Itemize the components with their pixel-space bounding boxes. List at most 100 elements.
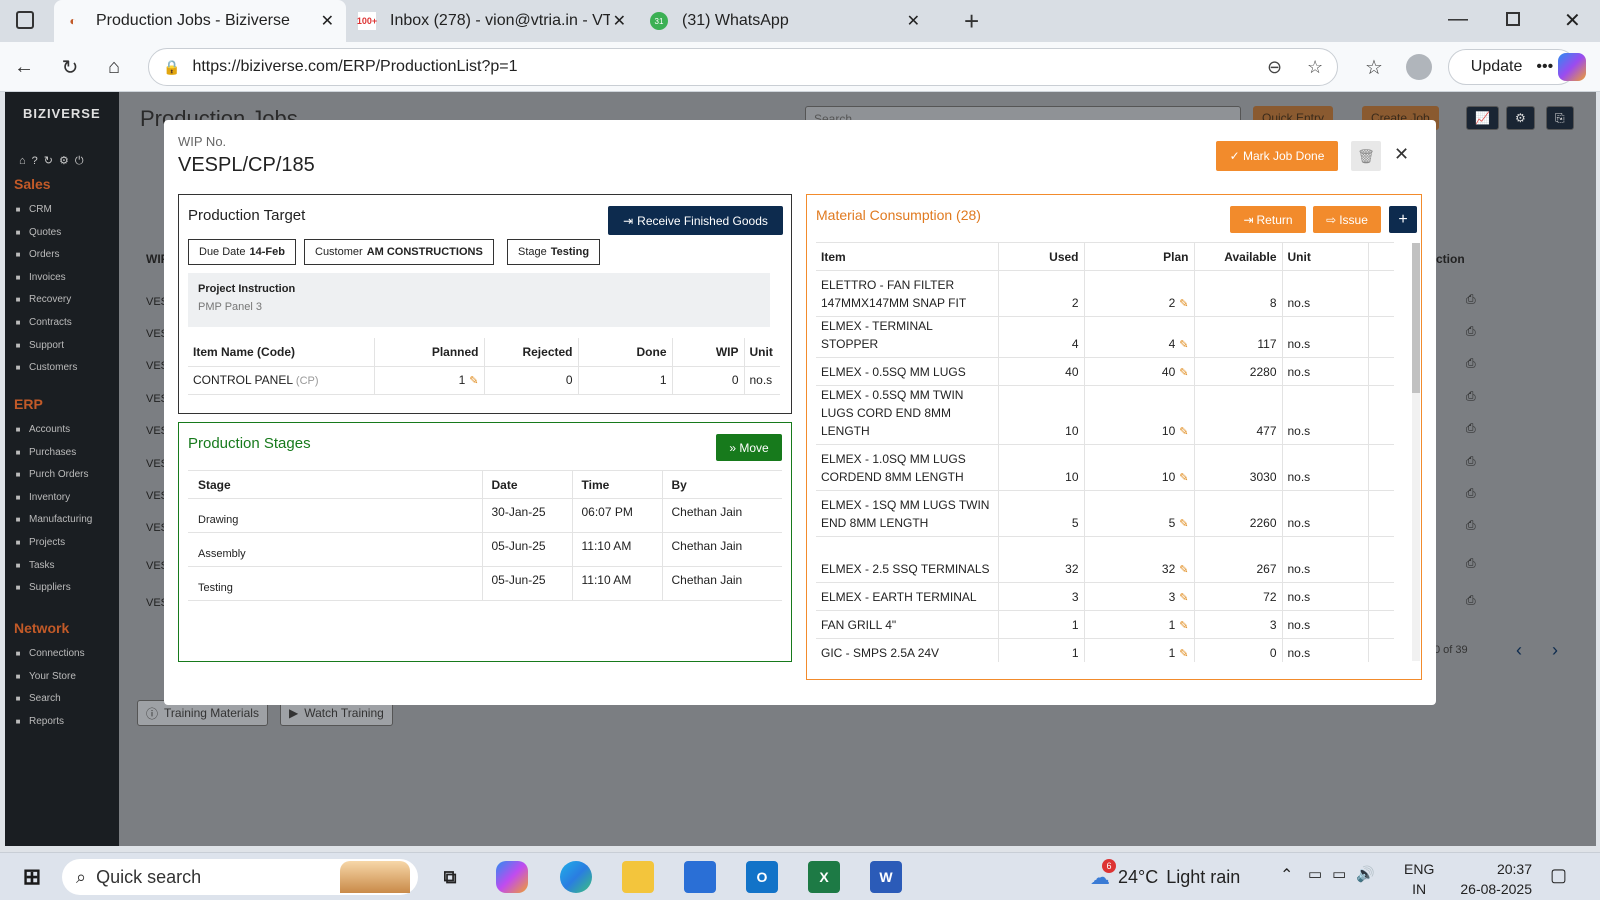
used-cell: 32 bbox=[998, 536, 1085, 583]
notification-icon[interactable]: ▢ bbox=[1550, 865, 1567, 886]
sidebar-item-label: Inventory bbox=[29, 491, 71, 503]
clock[interactable]: 20:37 26-08-2025 bbox=[1456, 859, 1532, 899]
more-icon[interactable]: ••• bbox=[1536, 58, 1553, 76]
new-tab-icon[interactable]: + bbox=[964, 6, 979, 37]
excel-icon[interactable]: X bbox=[808, 861, 840, 893]
sidebar-item-label: Tasks bbox=[29, 559, 55, 571]
sidebar-item-recovery[interactable]: ■ Recovery bbox=[13, 294, 72, 305]
sidebar-item-crm[interactable]: ■ CRM bbox=[13, 204, 52, 215]
receive-finished-goods-button[interactable]: ⇥ Receive Finished Goods bbox=[608, 206, 783, 235]
sidebar-shortcut-icons[interactable]: ⌂?↻⚙⏻ bbox=[19, 154, 90, 168]
sidebar-item-support[interactable]: ■ Support bbox=[13, 340, 64, 351]
return-button[interactable]: ⇥ Return bbox=[1230, 206, 1306, 233]
edit-pencil-icon[interactable]: ✎ bbox=[469, 375, 478, 387]
material-scrollbar[interactable] bbox=[1412, 243, 1420, 661]
material-table-viewport[interactable]: Item Used Plan Available Unit ELETTRO - … bbox=[816, 242, 1394, 662]
windows-start-icon[interactable]: ⊞ bbox=[16, 861, 48, 893]
issue-button[interactable]: ⇨ Issue bbox=[1313, 206, 1381, 233]
sidebar-item-invoices[interactable]: ■ Invoices bbox=[13, 272, 66, 283]
sidebar-item-quotes[interactable]: ■ Quotes bbox=[13, 227, 62, 238]
sidebar-item-purchases[interactable]: ■ Purchases bbox=[13, 447, 77, 458]
close-icon[interactable]: ✕ bbox=[1394, 144, 1409, 165]
edit-pencil-icon[interactable]: ✎ bbox=[1179, 592, 1188, 604]
sidebar-item-reports[interactable]: ■ Reports bbox=[13, 716, 64, 727]
tab-whatsapp[interactable]: 31 (31) WhatsApp ✕ bbox=[640, 0, 932, 42]
edit-pencil-icon[interactable]: ✎ bbox=[1179, 298, 1188, 310]
tab-inbox[interactable]: 100+ Inbox (278) - vion@vtria.in - VTRIA… bbox=[348, 0, 638, 42]
copilot-icon[interactable] bbox=[1558, 53, 1586, 81]
edit-pencil-icon[interactable]: ✎ bbox=[1179, 620, 1188, 632]
date-cell: 30-Jan-25 bbox=[482, 498, 573, 533]
blank-cell bbox=[1368, 610, 1394, 639]
refresh-icon[interactable]: ↻ bbox=[56, 53, 84, 81]
word-icon[interactable]: W bbox=[870, 861, 902, 893]
task-view-icon[interactable]: ⧉ bbox=[434, 861, 466, 893]
edit-pencil-icon[interactable]: ✎ bbox=[1179, 518, 1188, 530]
sidebar-item-icon: ■ bbox=[15, 250, 21, 260]
back-icon[interactable]: ← bbox=[10, 53, 38, 81]
sidebar-item-projects[interactable]: ■ Projects bbox=[13, 537, 66, 548]
profile-avatar-icon[interactable] bbox=[1406, 54, 1432, 80]
sidebar-item-inventory[interactable]: ■ Inventory bbox=[13, 491, 71, 503]
move-button[interactable]: » Move bbox=[716, 434, 782, 461]
plan-value: 2 bbox=[1168, 296, 1176, 310]
material-item-cell: FAN GRILL 4" bbox=[816, 610, 999, 639]
sidebar-item-your-store[interactable]: ■ Your Store bbox=[13, 671, 76, 682]
edit-pencil-icon[interactable]: ✎ bbox=[1179, 648, 1188, 660]
zoom-icon[interactable]: ⊖ bbox=[1267, 57, 1282, 78]
url-bar[interactable]: 🔒 https://biziverse.com/ERP/ProductionLi… bbox=[148, 48, 1338, 86]
weather-widget[interactable]: ☁ 6 24°C Light rain bbox=[1090, 859, 1240, 890]
close-icon[interactable]: ✕ bbox=[321, 11, 334, 31]
material-item-cell: ELMEX - 0.5SQ MM LUGS bbox=[816, 357, 999, 386]
quick-search-input[interactable]: ⌕ Quick search bbox=[62, 859, 418, 895]
sidebar-item-search[interactable]: ■ Search bbox=[13, 693, 61, 704]
sidebar-section-sales: Sales bbox=[14, 176, 51, 192]
table-row: ELETTRO - FAN FILTER 147MMX147MM SNAP FI… bbox=[816, 270, 1394, 317]
sidebar-item-contracts[interactable]: ■ Contracts bbox=[13, 317, 72, 328]
unit-cell: no.s bbox=[1282, 270, 1369, 317]
sidebar: BIZIVERSE ⌂?↻⚙⏻ Sales ■ CRM ■ Quotes ■ Orders ■… bbox=[5, 92, 119, 846]
table-row: Assembly 05-Jun-25 11:10 AM Chethan Jain bbox=[188, 532, 782, 567]
edit-pencil-icon[interactable]: ✎ bbox=[1179, 472, 1188, 484]
outlook-icon[interactable]: O bbox=[746, 861, 778, 893]
edit-pencil-icon[interactable]: ✎ bbox=[1179, 367, 1188, 379]
tab-actions-icon[interactable] bbox=[16, 11, 34, 29]
sidebar-item-icon: ■ bbox=[15, 649, 21, 658]
edit-pencil-icon[interactable]: ✎ bbox=[1179, 339, 1188, 351]
edit-pencil-icon[interactable]: ✎ bbox=[1179, 426, 1188, 438]
sidebar-item-accounts[interactable]: ■ Accounts bbox=[13, 424, 71, 435]
tray-icons[interactable]: ▭▭🔊 bbox=[1308, 865, 1385, 883]
copilot-app-icon[interactable] bbox=[496, 861, 528, 893]
file-explorer-icon[interactable] bbox=[622, 861, 654, 893]
plan-value: 4 bbox=[1168, 337, 1176, 351]
delete-icon[interactable]: 🗑 bbox=[1351, 141, 1381, 171]
home-icon[interactable]: ⌂ bbox=[100, 53, 128, 81]
sidebar-item-label: Accounts bbox=[29, 424, 71, 435]
favorites-icon[interactable]: ☆ bbox=[1360, 53, 1388, 81]
sidebar-item-purch-orders[interactable]: ■ Purch Orders bbox=[13, 469, 89, 480]
sidebar-item-tasks[interactable]: ■ Tasks bbox=[13, 560, 55, 571]
close-icon[interactable]: ✕ bbox=[613, 11, 626, 31]
edge-icon[interactable] bbox=[560, 861, 592, 893]
restore-icon[interactable] bbox=[1506, 12, 1520, 26]
edit-pencil-icon[interactable]: ✎ bbox=[1179, 564, 1188, 576]
store-icon[interactable] bbox=[684, 861, 716, 893]
tab-production-jobs[interactable]: ◐ Production Jobs - Biziverse ✕ bbox=[54, 0, 346, 42]
close-window-icon[interactable]: ✕ bbox=[1564, 8, 1581, 33]
update-button[interactable]: Update ••• bbox=[1448, 49, 1576, 85]
col-blank bbox=[1368, 242, 1394, 271]
sidebar-item-manufacturing[interactable]: ■ Manufacturing bbox=[13, 514, 93, 525]
minimize-icon[interactable]: — bbox=[1448, 8, 1468, 31]
sidebar-item-customers[interactable]: ■ Customers bbox=[13, 362, 78, 373]
favorite-star-icon[interactable]: ☆ bbox=[1307, 57, 1323, 78]
sidebar-item-connections[interactable]: ■ Connections bbox=[13, 648, 85, 659]
sidebar-item-suppliers[interactable]: ■ Suppliers bbox=[13, 582, 71, 593]
scrollbar-thumb[interactable] bbox=[1412, 243, 1420, 393]
mark-job-done-button[interactable]: ✓ Mark Job Done bbox=[1216, 141, 1338, 171]
add-material-button[interactable]: + bbox=[1389, 206, 1417, 233]
close-icon[interactable]: ✕ bbox=[907, 11, 920, 31]
unit-cell: no.s bbox=[1282, 385, 1369, 445]
language-indicator[interactable]: ENG IN bbox=[1404, 859, 1434, 899]
sidebar-item-orders[interactable]: ■ Orders bbox=[13, 249, 60, 260]
tray-chevron-icon[interactable]: ⌃ bbox=[1280, 865, 1293, 885]
